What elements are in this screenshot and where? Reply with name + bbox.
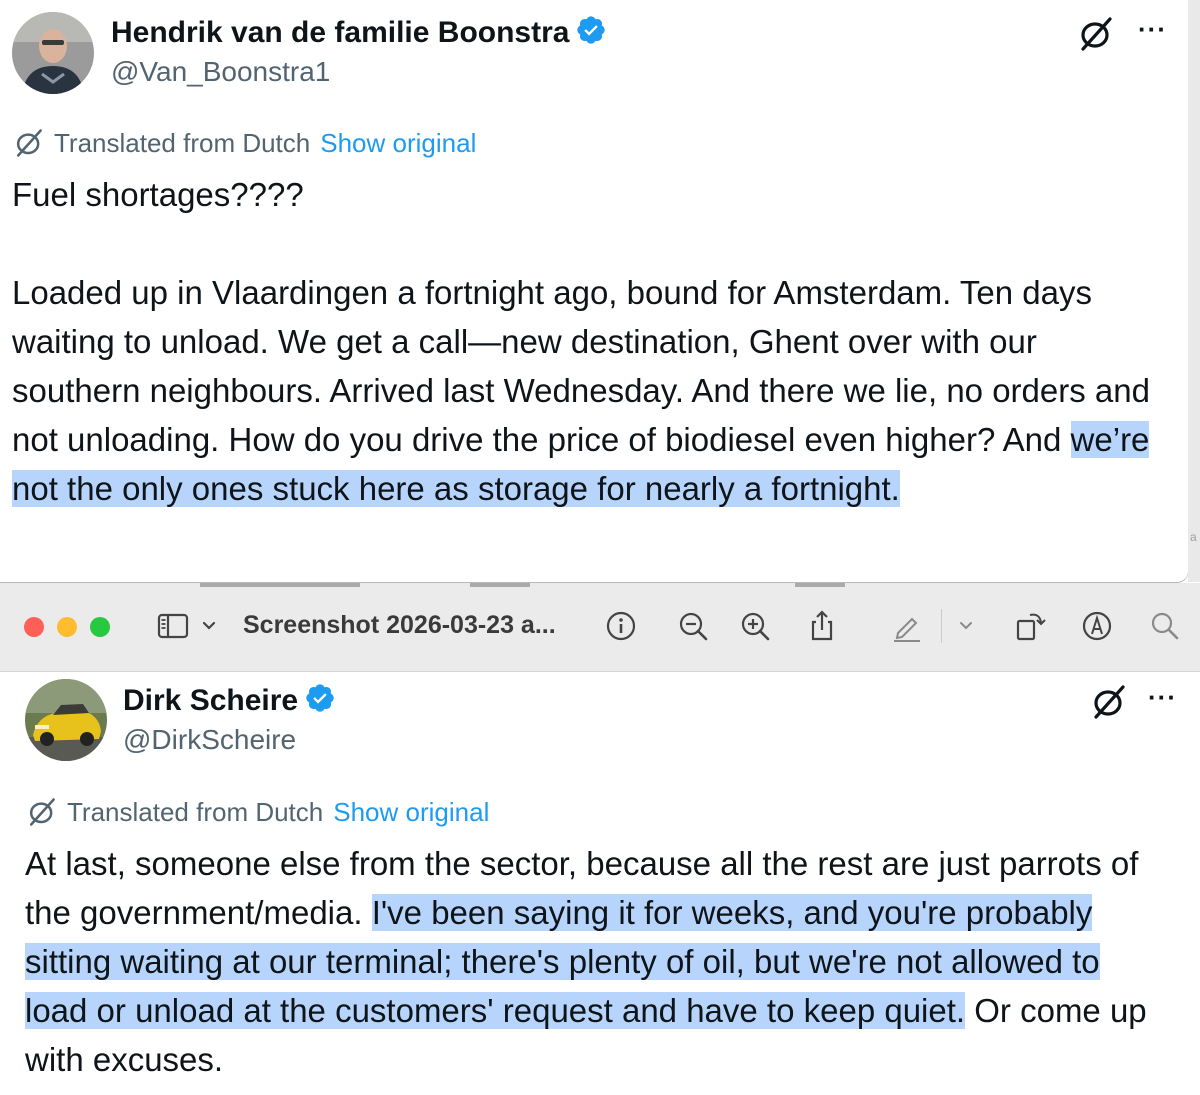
background-window-edge: a	[1188, 0, 1200, 582]
handle[interactable]: @DirkScheire	[123, 724, 296, 756]
translate-icon	[27, 797, 57, 834]
info-icon[interactable]	[604, 609, 638, 643]
display-name[interactable]: Hendrik van de familie Boonstra	[111, 14, 607, 54]
close-window-button[interactable]	[24, 617, 44, 637]
markup-menu-chevron-icon[interactable]	[955, 609, 977, 643]
ghost-text	[795, 583, 845, 587]
tweet-text-line1: Fuel shortages????	[12, 176, 304, 213]
tweet-text: At last, someone else from the sector, b…	[25, 845, 1147, 1078]
zoom-window-button[interactable]	[90, 617, 110, 637]
share-icon[interactable]	[805, 609, 839, 643]
rotate-icon[interactable]	[1014, 609, 1048, 643]
translation-notice: Translated from Dutch Show original	[14, 128, 476, 165]
translated-label: Translated from Dutch	[67, 797, 324, 827]
zoom-in-icon[interactable]	[738, 609, 772, 643]
ghost-text	[200, 583, 360, 587]
display-name[interactable]: Dirk Scheire	[123, 682, 336, 722]
translated-label: Translated from Dutch	[54, 128, 311, 158]
markup-pen-icon[interactable]	[890, 609, 924, 643]
translation-notice: Translated from Dutch Show original	[27, 797, 489, 834]
window-title[interactable]: Screenshot 2026-03-23 a...	[243, 611, 556, 640]
sidebar-toggle-icon[interactable]	[156, 609, 190, 643]
more-icon[interactable]: ···	[1138, 14, 1167, 45]
avatar[interactable]	[12, 12, 94, 94]
tweet-card-hendrik: Hendrik van de familie Boonstra @Van_Boo…	[0, 0, 1189, 583]
toolbar-separator	[941, 609, 942, 643]
zoom-out-icon[interactable]	[676, 609, 710, 643]
markup-circle-icon[interactable]	[1080, 609, 1114, 643]
grok-icon[interactable]	[1078, 16, 1114, 52]
show-original-link[interactable]: Show original	[320, 128, 476, 158]
ghost-text	[470, 583, 530, 587]
tweet-text: Fuel shortages???? Loaded up in Vlaardin…	[12, 170, 1162, 513]
avatar[interactable]	[25, 679, 107, 761]
translate-icon	[14, 128, 44, 165]
sidebar-menu-chevron-icon[interactable]	[198, 609, 220, 643]
preview-toolbar: Screenshot 2026-03-23 a...	[0, 583, 1200, 672]
tweet-text-body: Loaded up in Vlaardingen a fortnight ago…	[12, 274, 1150, 507]
handle[interactable]: @Van_Boonstra1	[111, 56, 330, 88]
minimize-window-button[interactable]	[57, 617, 77, 637]
verified-badge-icon	[575, 14, 607, 54]
verified-badge-icon	[304, 682, 336, 722]
grok-icon[interactable]	[1091, 684, 1127, 720]
show-original-link[interactable]: Show original	[333, 797, 489, 827]
search-icon[interactable]	[1148, 609, 1182, 643]
more-icon[interactable]: ···	[1148, 682, 1177, 713]
